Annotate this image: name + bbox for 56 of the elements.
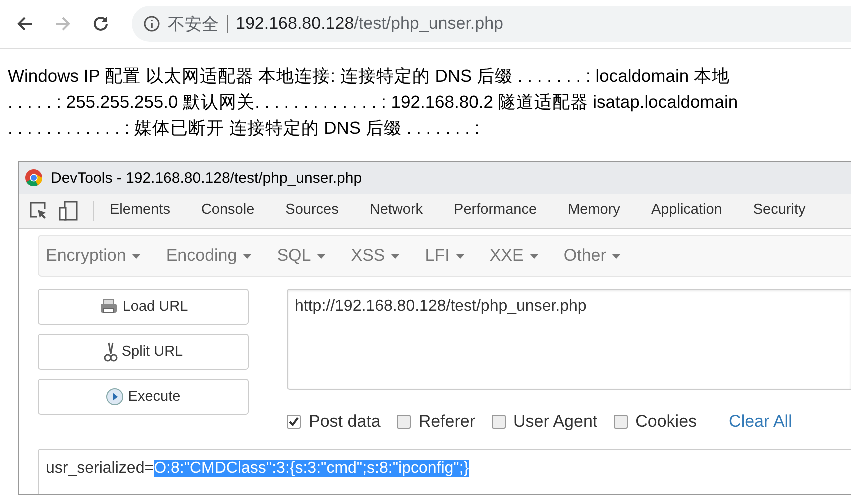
hackbar-button[interactable]: Load URL [38, 289, 249, 325]
hackbar-menu[interactable]: XSS [351, 246, 400, 266]
caret-icon [391, 254, 400, 258]
devtools-tab[interactable]: Memory [568, 196, 620, 226]
hackbar-menu[interactable]: XXE [490, 246, 539, 266]
hackbar-menu[interactable]: Encryption [46, 246, 142, 266]
option-checkbox[interactable]: Post data [287, 412, 381, 432]
hackbar-menu[interactable]: Other [564, 246, 622, 266]
page-text-line: . . . . . . . . . . . . : 媒体已断开 连接特定的 DNS 后缀 . . . . . . . : [8, 117, 481, 140]
caret-icon [243, 254, 252, 258]
page-text-line: . . . . . : 255.255.255.0 默认网关. . . . . . . . . . . . . : 192.168.80.2 隧道适配器 isatap.localdomain [8, 91, 740, 114]
hackbar-menu[interactable]: Encoding [166, 246, 252, 266]
post-data-field[interactable]: usr_serialized=O:8:"CMDClass":3:{s:3:"cmd";s:8:"ipconfig";} [38, 449, 851, 494]
hackbar-menu[interactable]: SQL [277, 246, 326, 266]
scissors-icon [104, 342, 118, 362]
devtools-tab[interactable]: Performance [454, 196, 538, 226]
checkbox[interactable] [287, 415, 301, 429]
hackbar-button[interactable]: Execute [38, 379, 249, 415]
printer-icon [98, 299, 119, 315]
hackbar-button[interactable]: Split URL [38, 334, 249, 370]
devtools-tab[interactable]: Elements [110, 196, 170, 226]
caret-icon [530, 254, 539, 258]
play-icon [106, 388, 124, 406]
inspect-icon[interactable] [29, 201, 49, 221]
reload-icon[interactable] [92, 15, 110, 33]
option-label: Cookies [636, 412, 698, 432]
info-icon [144, 16, 160, 32]
option-label: Referer [418, 412, 476, 432]
back-arrow-icon[interactable] [16, 15, 34, 33]
caret-icon [612, 254, 622, 258]
option-checkbox[interactable]: Cookies [614, 412, 698, 432]
devtools-tab[interactable]: Sources [286, 196, 339, 226]
hackbar-menu[interactable]: LFI [425, 246, 465, 266]
devtools-tab[interactable]: Security [753, 196, 806, 226]
page-text-line: Windows IP 配置 以太网适配器 本地连接: 连接特定的 DNS 后缀 . . . . . . . : localdomain 本地 [8, 65, 731, 88]
devtools-tab[interactable]: Application [651, 196, 722, 226]
devtools-tab[interactable]: Console [201, 196, 255, 226]
browser-logo-icon [25, 169, 43, 187]
device-toggle-icon[interactable] [59, 201, 79, 221]
window-title: DevTools - 192.168.80.128/test/php_unser.php [51, 170, 362, 186]
clear-all-link[interactable]: Clear All [729, 412, 792, 432]
option-checkbox[interactable]: User Agent [492, 412, 598, 432]
address-url: 192.168.80.128/test/php_unser.php [236, 14, 504, 34]
checkbox[interactable] [396, 415, 411, 429]
option-checkbox[interactable]: Referer [396, 412, 476, 432]
url-field[interactable]: http://192.168.80.128/test/php_unser.php [287, 289, 851, 390]
option-label: User Agent [514, 412, 598, 432]
caret-icon [317, 254, 326, 258]
security-label: 不安全 [168, 14, 219, 36]
caret-icon [456, 254, 465, 258]
checkbox[interactable] [614, 415, 628, 429]
checkbox[interactable] [492, 415, 506, 429]
devtools-tab[interactable]: Network [370, 196, 424, 226]
caret-icon [132, 254, 142, 258]
option-label: Post data [309, 412, 381, 432]
address-bar[interactable]: 不安全 192.168.80.128/test/php_unser.php [132, 6, 851, 42]
